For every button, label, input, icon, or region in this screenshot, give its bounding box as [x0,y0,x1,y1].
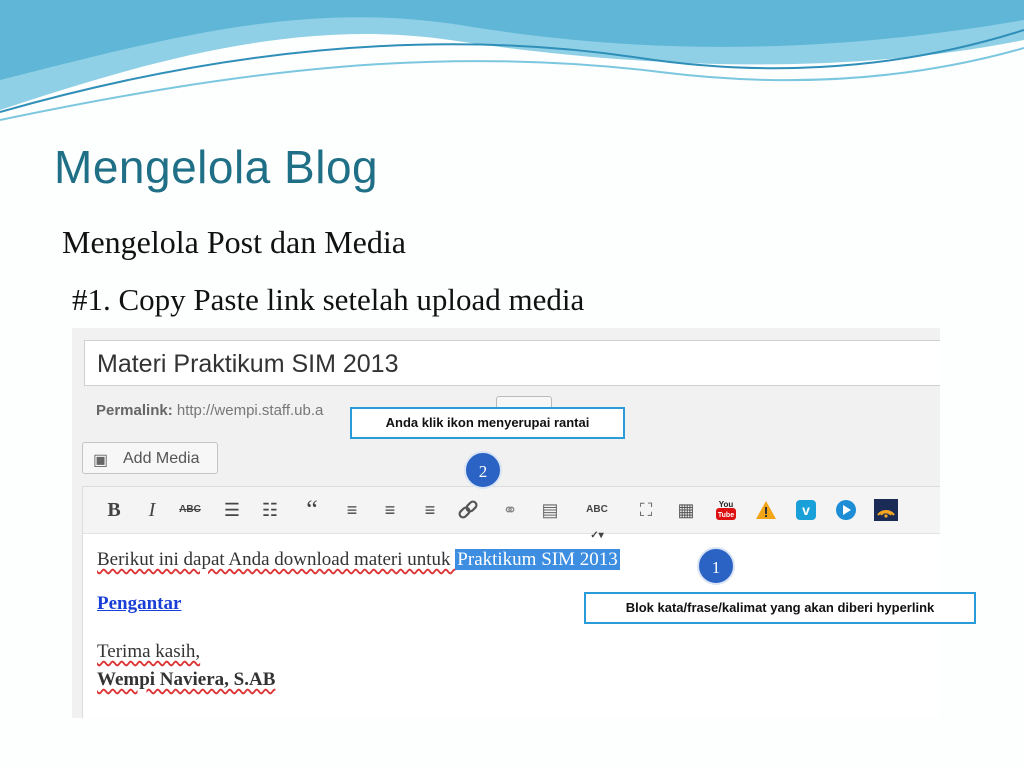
content-text: Berikut ini dapat Anda download materi u… [97,549,456,570]
step-badge-1: 1 [697,547,735,585]
bullet-list-icon[interactable]: ☰ [219,497,245,523]
slide-title: Mengelola Blog [54,141,379,193]
blockquote-icon[interactable]: “ [299,497,325,523]
kitchen-sink-icon[interactable]: ▦ [673,497,699,523]
unlink-icon[interactable]: ⚭ [497,497,523,523]
media-icon: ▣ [93,452,109,469]
callout-select-text: Blok kata/frase/kalimat yang akan diberi… [584,592,976,624]
more-tag-icon[interactable]: ▤ [537,497,563,523]
editor-screenshot: Materi Praktikum SIM 2013 Permalink: htt… [72,328,940,718]
link-icon[interactable] [455,497,481,523]
permalink-url[interactable]: http://wempi.staff.ub.a [177,402,323,419]
closing-text: Terima kasih, [97,641,201,662]
youtube-icon[interactable]: You Tube [713,497,739,523]
callout-link-icon: Anda klik ikon menyerupai rantai [350,407,625,439]
spellcheck-icon[interactable]: ABC ✓▾ [579,497,615,541]
permalink-row: Permalink: http://wempi.staff.ub.a [96,402,323,419]
permalink-label: Permalink: [96,402,173,419]
signature-text: Wempi Naviera, S.AB [97,669,276,690]
add-media-label: Add Media [123,450,200,467]
slide-step-text: #1. Copy Paste link setelah upload media [72,282,585,317]
align-left-icon[interactable]: ≡ [339,497,365,523]
numbered-list-icon[interactable]: ☷ [257,497,283,523]
warning-icon[interactable] [753,497,779,523]
svg-text:Tube: Tube [718,512,734,519]
header-wave-decoration [0,0,1024,121]
wifi-icon[interactable] [873,497,899,523]
bold-icon[interactable]: B [101,497,127,523]
post-title-text: Materi Praktikum SIM 2013 [97,350,399,378]
hyperlink-text[interactable]: Pengantar [97,593,181,615]
play-icon[interactable] [833,497,859,523]
vimeo-icon[interactable]: v [793,497,819,523]
content-line-1: Berikut ini dapat Anda download materi u… [97,549,620,571]
strikethrough-icon[interactable]: ABC [177,497,203,523]
align-center-icon[interactable]: ≡ [377,497,403,523]
svg-text:v: v [802,502,810,518]
editor-toolbar: B I ABC ☰ ☷ “ ≡ ≡ ≡ ⚭ ▤ ABC ✓▾ ⛶ ▦ You Tu… [83,487,940,541]
step-badge-2: 2 [464,451,502,489]
add-media-button[interactable]: ▣ Add Media [82,442,218,474]
slide-subtitle: Mengelola Post dan Media [62,224,406,260]
fullscreen-icon[interactable]: ⛶ [633,497,659,523]
align-right-icon[interactable]: ≡ [417,497,443,523]
selected-text[interactable]: Praktikum SIM 2013 [455,549,620,570]
svg-text:You: You [719,500,734,509]
italic-icon[interactable]: I [139,497,165,523]
post-title-input[interactable]: Materi Praktikum SIM 2013 [84,340,940,386]
